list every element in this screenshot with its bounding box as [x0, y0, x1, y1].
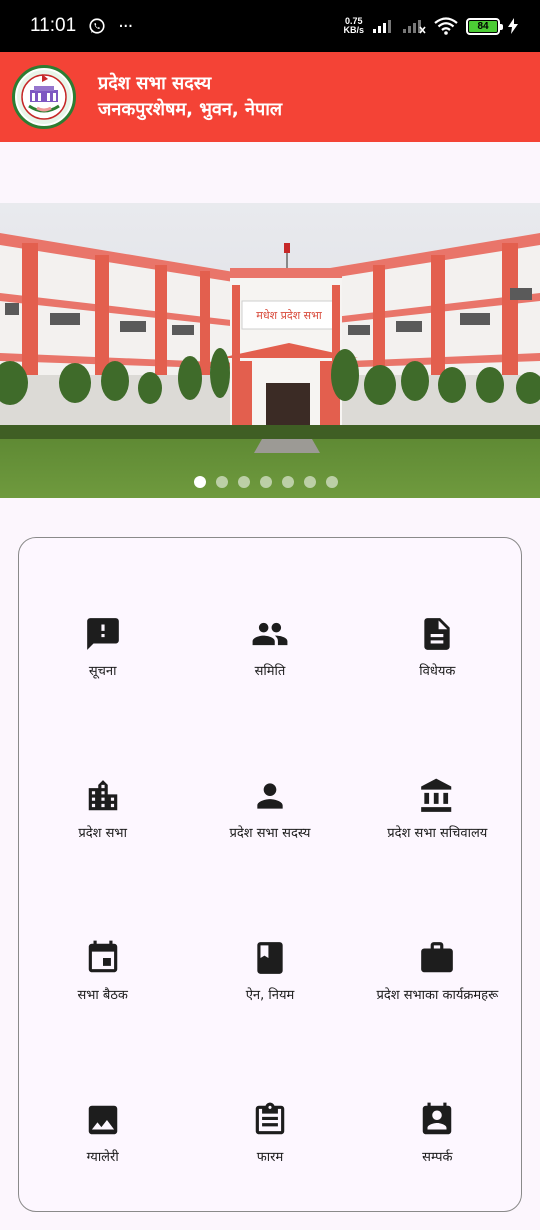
briefcase-icon — [421, 942, 454, 973]
document-icon — [424, 618, 450, 650]
image-carousel[interactable]: मधेश प्रदेश सभा — [0, 203, 540, 498]
clock: 11:01 — [30, 15, 77, 36]
contact-icon — [423, 1102, 452, 1135]
signal-icon — [373, 20, 391, 33]
people-icon — [252, 622, 288, 646]
menu-label: प्रदेश सभा — [78, 826, 127, 841]
carousel-dot[interactable] — [282, 476, 294, 488]
header-subtitle: जनकपुरशेषम, भुवन, नेपाल — [98, 99, 283, 120]
app-header: प्रदेश सभा सदस्य जनकपुरशेषम, भुवन, नेपाल — [0, 52, 540, 142]
menu-item-committee[interactable]: समिति — [186, 615, 353, 777]
menu-label: ऐन, नियम — [245, 988, 295, 1003]
menu-label: प्रदेश सभा सचिवालय — [387, 826, 488, 841]
menu-item-acts[interactable]: ऐन, नियम — [186, 939, 353, 1101]
carousel-dot[interactable] — [326, 476, 338, 488]
menu-item-gallery[interactable]: ग्यालेरी — [19, 1101, 186, 1230]
more-notifications-icon: ··· — [118, 15, 133, 37]
whatsapp-icon — [89, 18, 105, 34]
menu-item-forms[interactable]: फारम — [186, 1101, 353, 1230]
menu-label: सम्पर्क — [422, 1150, 453, 1165]
image-icon — [88, 1105, 117, 1135]
person-icon — [257, 783, 283, 809]
carousel-dot[interactable] — [194, 476, 206, 488]
carousel-indicators — [0, 476, 540, 488]
menu-card: सूचना समिति विधेयक प्रदेश सभा प्रदेश सभा… — [18, 537, 522, 1212]
battery-icon: 84 — [466, 17, 503, 35]
institution-icon — [421, 778, 452, 812]
carousel-dot[interactable] — [304, 476, 316, 488]
feedback-icon — [86, 618, 119, 650]
menu-label: सभा बैठक — [77, 988, 128, 1003]
clipboard-icon — [255, 1102, 285, 1135]
building-sign-text: मधेश प्रदेश सभा — [256, 309, 322, 322]
menu-item-programs[interactable]: प्रदेश सभाका कार्यक्रमहरू — [354, 939, 521, 1101]
menu-item-bill[interactable]: विधेयक — [354, 615, 521, 777]
menu-item-assembly[interactable]: प्रदेश सभा — [19, 777, 186, 939]
menu-label: सूचना — [88, 664, 117, 679]
building-icon — [88, 780, 117, 811]
calendar-icon — [88, 940, 117, 973]
charging-icon — [508, 18, 518, 34]
menu-label: फारम — [256, 1150, 284, 1165]
signal-2-icon — [403, 20, 426, 34]
menu-item-secretariat[interactable]: प्रदेश सभा सचिवालय — [354, 777, 521, 939]
menu-label: प्रदेश सभाका कार्यक्रमहरू — [376, 988, 499, 1003]
carousel-dot[interactable] — [238, 476, 250, 488]
carousel-dot[interactable] — [260, 476, 272, 488]
menu-label: प्रदेश सभा सदस्य — [229, 826, 311, 841]
menu-item-members[interactable]: प्रदेश सभा सदस्य — [186, 777, 353, 939]
carousel-dot[interactable] — [216, 476, 228, 488]
menu-label: ग्यालेरी — [86, 1150, 119, 1165]
status-bar: 11:01 ··· 0.75 KB/s 84 — [0, 0, 540, 52]
assembly-building-image: मधेश प्रदेश सभा — [0, 203, 540, 498]
wifi-icon — [434, 17, 458, 35]
header-title: प्रदेश सभा सदस्य — [98, 73, 212, 94]
network-speed: 0.75 KB/s — [343, 16, 364, 35]
menu-label: विधेयक — [419, 664, 456, 679]
book-icon — [257, 942, 283, 974]
menu-item-meeting[interactable]: सभा बैठक — [19, 939, 186, 1101]
menu-label: समिति — [254, 664, 286, 679]
menu-item-notice[interactable]: सूचना — [19, 615, 186, 777]
menu-item-contact[interactable]: सम्पर्क — [354, 1101, 521, 1230]
assembly-logo — [12, 65, 76, 129]
